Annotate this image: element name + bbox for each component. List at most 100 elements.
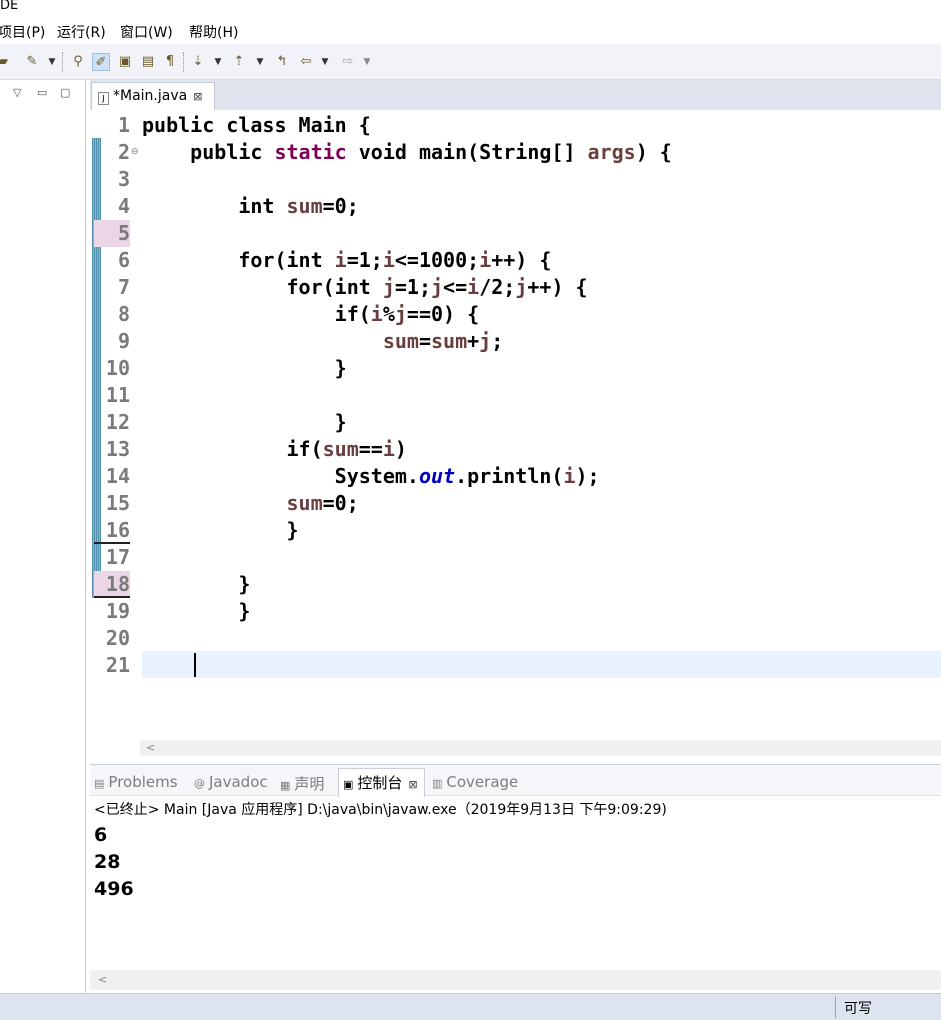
line-number: 21	[105, 653, 130, 677]
code-line[interactable]: for(int i=1;i<=1000;i++) {	[142, 247, 551, 274]
line-number: 6	[117, 248, 130, 272]
window-title-text: DE	[0, 0, 19, 13]
code-line[interactable]: sum=sum+j;	[142, 328, 503, 355]
line-number: 5	[94, 220, 130, 247]
menu-run[interactable]: 运行(R)	[57, 22, 106, 42]
line-number: 4	[117, 194, 130, 218]
previous-annotation-icon[interactable]: ⇡	[230, 53, 248, 71]
run-icon[interactable]: ✎	[23, 53, 41, 71]
code-line[interactable]: }	[142, 409, 347, 436]
editor-horizontal-scrollbar[interactable]: <	[140, 740, 941, 756]
close-icon[interactable]: ⊠	[408, 778, 417, 791]
line-number: 18	[94, 571, 130, 598]
code-line[interactable]: if(i%j==0) {	[142, 301, 480, 328]
dropdown-icon[interactable]: ▼	[255, 53, 265, 71]
line-number: 12	[105, 410, 130, 434]
tab-javadoc[interactable]: @ Javadoc	[194, 773, 268, 791]
line-number: 17	[105, 545, 130, 569]
javadoc-icon: @	[194, 777, 205, 790]
open-folder-icon[interactable]: ▰	[0, 53, 12, 71]
console-output-line: 6	[94, 824, 108, 846]
tab-label: Javadoc	[209, 773, 268, 791]
block-selection-icon[interactable]: ▤	[139, 53, 157, 71]
text-caret	[194, 653, 196, 677]
menu-help[interactable]: 帮助(H)	[189, 22, 238, 42]
console-output[interactable]: 6 28 496	[94, 822, 934, 903]
declaration-icon: ▦	[280, 779, 291, 792]
maximize-icon[interactable]: ▢	[60, 86, 70, 99]
line-number: 20	[105, 626, 130, 650]
problems-icon: ▤	[94, 777, 105, 790]
code-line[interactable]: System.out.println(i);	[142, 463, 600, 490]
scroll-left-icon[interactable]: <	[146, 741, 155, 754]
dropdown-icon[interactable]: ▼	[362, 53, 372, 71]
code-line[interactable]: public class Main {	[142, 112, 371, 139]
scroll-left-icon[interactable]: <	[98, 973, 107, 986]
search-references-icon[interactable]: ⚲	[69, 53, 87, 71]
code-editor[interactable]: 1 2 3 4 5 6 7 8 9 10 11 12 13 14 15 16 17 18 19 20 21 ⊖ publ…	[90, 110, 941, 740]
console-output-line: 28	[94, 851, 121, 873]
editor-tab-main-java[interactable]: J *Main.java ⊠	[91, 82, 215, 110]
console-icon: ▣	[343, 778, 354, 791]
code-line[interactable]: sum=0;	[142, 490, 359, 517]
coverage-icon: ▥	[432, 777, 443, 790]
code-line[interactable]: }	[142, 355, 347, 382]
tab-coverage[interactable]: ▥ Coverage	[432, 773, 518, 791]
mark-occurrences-icon[interactable]: ✐	[92, 53, 110, 71]
tab-label: Problems	[108, 773, 178, 791]
status-writable: 可写	[844, 1001, 872, 1017]
line-number: 2	[117, 140, 130, 164]
line-number: 1	[117, 113, 130, 137]
bottom-panel-tab-bar: ▤ Problems @ Javadoc ▦ 声明 ▣ 控制台 ⊠ ▥ Coverage	[90, 764, 941, 797]
tab-label: Coverage	[446, 773, 519, 791]
code-line[interactable]: }	[142, 571, 250, 598]
close-icon[interactable]: ⊠	[193, 90, 202, 103]
fold-collapse-icon[interactable]: ⊖	[131, 147, 139, 157]
editor-tab-label: *Main.java	[113, 88, 188, 104]
back-icon[interactable]: ⇦	[297, 53, 315, 71]
forward-icon[interactable]: ⇨	[339, 53, 357, 71]
last-edit-icon[interactable]: ↰	[273, 53, 291, 71]
menu-project[interactable]: 项目(P)	[0, 22, 45, 42]
line-number: 13	[105, 437, 130, 461]
status-bar: 可写	[0, 993, 941, 1020]
line-number: 15	[105, 491, 130, 515]
editor-tab-bar: J *Main.java ⊠	[90, 80, 941, 110]
line-number: 7	[117, 275, 130, 299]
line-number: 16	[94, 517, 130, 544]
line-number: 8	[117, 302, 130, 326]
toolbar-separator	[183, 52, 185, 72]
minimize-icon[interactable]: ▭	[37, 86, 47, 99]
tab-console[interactable]: ▣ 控制台 ⊠	[338, 768, 425, 797]
dropdown-icon[interactable]: ▼	[47, 53, 57, 71]
code-area[interactable]: public class Main { public static void m…	[142, 110, 941, 740]
menu-bar: 项目(P) 运行(R) 窗口(W) 帮助(H)	[0, 16, 941, 44]
line-number: 10	[105, 356, 130, 380]
menu-window[interactable]: 窗口(W)	[120, 22, 173, 42]
code-line[interactable]: }	[142, 598, 250, 625]
tab-label: 声明	[294, 775, 325, 793]
next-annotation-icon[interactable]: ⇣	[189, 53, 207, 71]
tab-declaration[interactable]: ▦ 声明	[280, 773, 324, 794]
status-separator	[835, 996, 836, 1018]
toolbar: ▰ ✎ ▼ ⚲ ✐ ▣ ▤ ¶ ⇣ ▼ ⇡ ▼ ↰ ⇦ ▼ ⇨ ▼	[0, 44, 941, 80]
code-line[interactable]: if(sum==i)	[142, 436, 406, 463]
dropdown-icon[interactable]: ▼	[213, 53, 223, 71]
code-line[interactable]: public static void main(String[] args) {	[142, 139, 672, 166]
tab-problems[interactable]: ▤ Problems	[94, 773, 178, 791]
dropdown-icon[interactable]: ▼	[320, 53, 330, 71]
toolbar-separator	[62, 52, 64, 72]
show-whitespace-icon[interactable]: ¶	[161, 53, 179, 71]
code-line[interactable]: for(int j=1;j<=i/2;j++) {	[142, 274, 587, 301]
view-menu-icon[interactable]: ▽	[13, 86, 21, 99]
line-number: 11	[105, 383, 130, 407]
code-line[interactable]: }	[142, 517, 298, 544]
code-line[interactable]: int sum=0;	[142, 193, 358, 220]
toggle-breadcrumb-icon[interactable]: ▣	[116, 53, 134, 71]
line-number: 19	[105, 599, 130, 623]
console-horizontal-scrollbar[interactable]: <	[90, 970, 941, 990]
line-number: 9	[117, 329, 130, 353]
current-line-highlight	[142, 651, 941, 678]
left-panel: ▽ ▭ ▢	[0, 80, 86, 993]
line-number: 3	[117, 167, 130, 191]
